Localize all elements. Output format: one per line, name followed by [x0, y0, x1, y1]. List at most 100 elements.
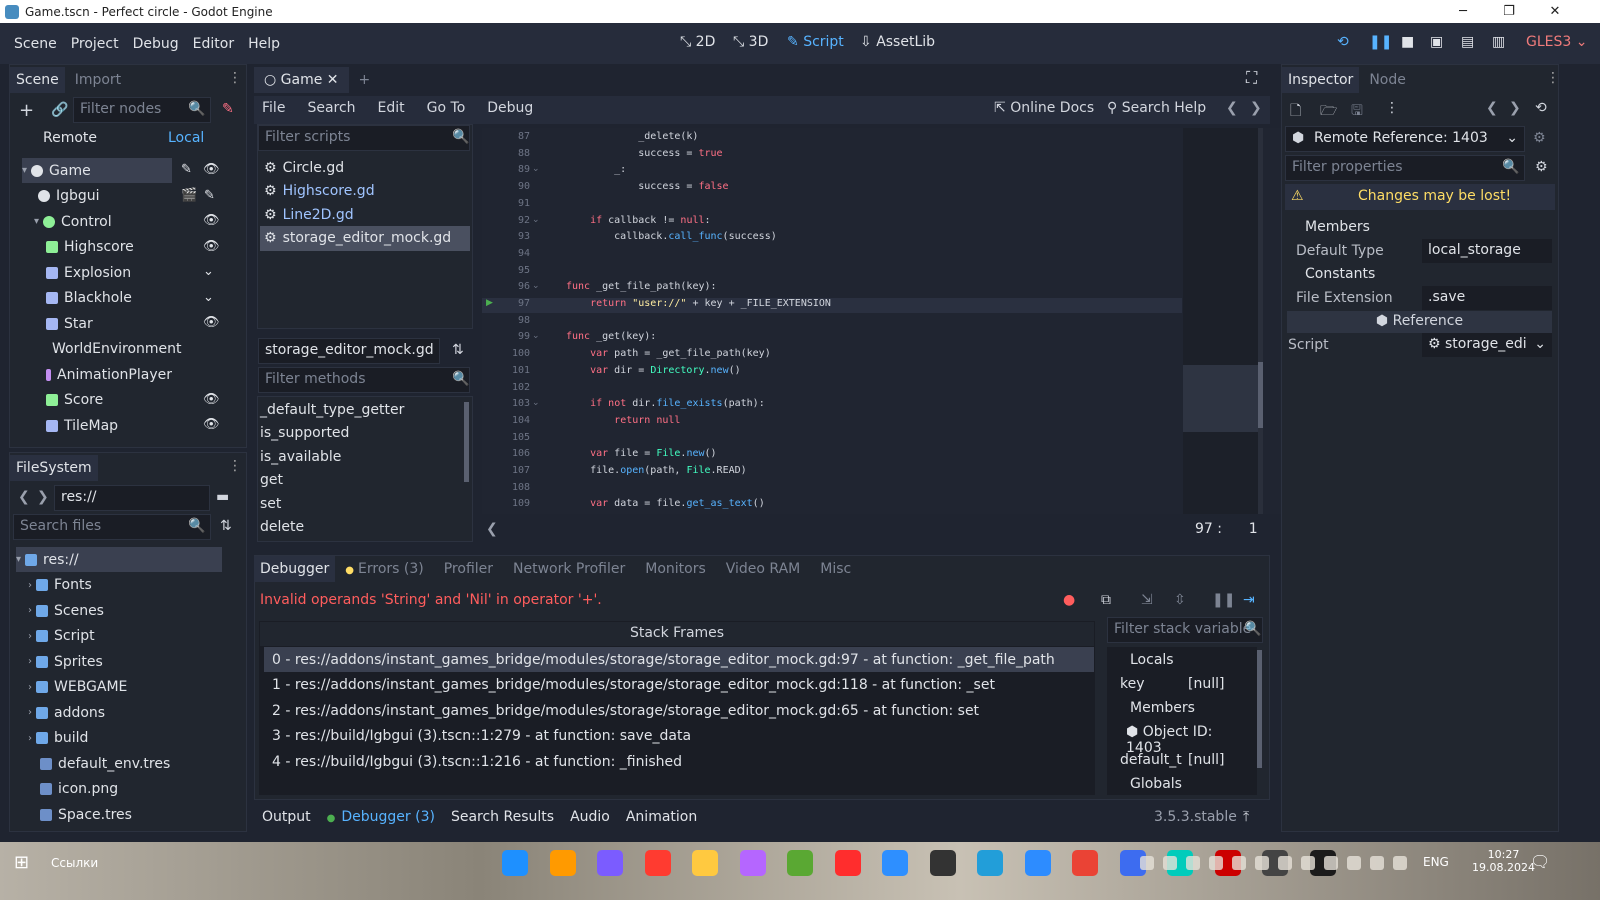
collapse-icon[interactable]: ▾ [34, 216, 39, 227]
fold-icon[interactable]: ⌄ [532, 331, 540, 341]
maximize-button[interactable]: ❐ [1486, 0, 1532, 23]
bottom-tab-debugger-3-[interactable]: ● Debugger (3) [327, 809, 435, 825]
collapse-icon[interactable]: ▾ [22, 165, 27, 176]
break-icon[interactable]: ❚❚ [1212, 592, 1235, 608]
tab-node[interactable]: Node [1359, 67, 1416, 93]
tab-scene[interactable]: Scene [10, 67, 65, 93]
bottom-tab-search-results[interactable]: Search Results [451, 809, 554, 825]
tray-icon[interactable] [1209, 856, 1223, 870]
collapse-icon[interactable]: › [28, 656, 32, 667]
scene-node-score[interactable]: Score [46, 388, 172, 413]
sort-icon[interactable]: ⇅ [220, 518, 232, 534]
stack-frame-row[interactable]: 2 - res://addons/instant_games_bridge/mo… [264, 698, 1094, 723]
file-item-build[interactable]: › build [28, 726, 218, 751]
menu-project[interactable]: Project [71, 36, 119, 52]
tray-icon[interactable] [1347, 856, 1361, 870]
search-help-button[interactable]: ⚲ Search Help [1107, 100, 1206, 116]
file-item-scenes[interactable]: › Scenes [28, 598, 218, 623]
forward-icon[interactable]: ❯ [37, 489, 49, 505]
dock-menu-icon[interactable]: ⋮ [1546, 70, 1560, 86]
file-item-addons[interactable]: › addons [28, 700, 218, 725]
continue-icon[interactable]: ⇥ [1243, 592, 1255, 608]
tab-game-scene[interactable]: ○ Game ✕ [254, 67, 349, 93]
scene-node-star[interactable]: Star [46, 311, 172, 336]
play-button[interactable]: ⟲ [1337, 34, 1349, 50]
bottom-tab-audio[interactable]: Audio [570, 809, 610, 825]
link-icon[interactable]: 🔗 [51, 102, 68, 118]
tray-icon[interactable] [1163, 856, 1177, 870]
script-menu-debug[interactable]: Debug [487, 100, 533, 116]
fold-icon[interactable]: ⌄ [532, 164, 540, 174]
workspace-assetlib-button[interactable]: ⇩ AssetLib [860, 34, 935, 50]
collapse-icon[interactable]: › [28, 733, 32, 744]
code-scrollbar[interactable] [1258, 128, 1263, 514]
stack-frame-row[interactable]: 4 - res://build/Igbgui (3).tscn::1:216 -… [264, 749, 1094, 774]
back-icon[interactable]: ❮ [18, 489, 30, 505]
stack-frame-row[interactable]: 3 - res://build/Igbgui (3).tscn::1:279 -… [264, 724, 1094, 749]
scene-node-tilemap[interactable]: TileMap [46, 413, 172, 438]
new-resource-icon[interactable]: 🗋 [1290, 100, 1301, 124]
minimap[interactable] [1183, 128, 1263, 514]
stack-frame-row[interactable]: 0 - res://addons/instant_games_bridge/mo… [264, 647, 1094, 672]
scene-node-blackhole[interactable]: Blackhole [46, 286, 172, 311]
history-forward-icon[interactable]: ❯ [1250, 100, 1262, 116]
search-files-input[interactable]: Search files [13, 514, 211, 540]
tray-icon[interactable] [1232, 856, 1246, 870]
file-item-script[interactable]: › Script [28, 624, 218, 649]
prop-script-value[interactable]: ⚙ storage_edi ⌄ [1422, 333, 1552, 357]
taskbar-app-icon[interactable] [502, 850, 528, 876]
menu-help[interactable]: Help [248, 36, 280, 52]
script-item-highscore[interactable]: ⚙ Highscore.gd [260, 179, 470, 204]
file-item-default-env-tres[interactable]: default_env.tres [28, 751, 218, 776]
distraction-free-icon[interactable]: ⛶ [1246, 68, 1257, 88]
script-item-circle[interactable]: ⚙ Circle.gd [260, 155, 470, 180]
file-item-fonts[interactable]: › Fonts [28, 573, 218, 598]
variables-scrollbar[interactable] [1257, 650, 1262, 768]
taskbar-app-icon[interactable] [644, 850, 671, 876]
workspace-2d-button[interactable]: ⤡ 2D [680, 34, 715, 50]
online-docs-button[interactable]: ⇱ Online Docs [994, 100, 1094, 116]
debugger-tab-profiler[interactable]: Profiler [434, 556, 503, 582]
method-item[interactable]: delete [260, 515, 460, 540]
scene-node-highscore[interactable]: Highscore [46, 235, 172, 260]
debugger-tab-video-ram[interactable]: Video RAM [716, 556, 811, 582]
scene-node-explosion[interactable]: Explosion [46, 260, 172, 285]
scene-node-worldenvironment[interactable]: WorldEnvironment [46, 337, 182, 362]
step-into-icon[interactable]: ⇲ [1141, 592, 1153, 608]
open-resource-icon[interactable]: 🗁 [1320, 100, 1337, 124]
clock[interactable]: 10:27 19.08.2024 [1472, 848, 1535, 874]
debugger-tab-misc[interactable]: Misc [810, 556, 861, 582]
breakpoint-icon[interactable]: ● [1063, 592, 1075, 608]
language-indicator[interactable]: ENG [1423, 855, 1449, 869]
tab-filesystem[interactable]: FileSystem [10, 455, 98, 481]
collapse-scripts-icon[interactable]: ❮ [486, 521, 498, 537]
dock-menu-icon[interactable]: ⋮ [228, 458, 242, 474]
visibility-eye-icon[interactable]: 👁 [203, 417, 220, 432]
visibility-toggle-icon[interactable]: ⌄ [203, 290, 214, 305]
collapse-icon[interactable]: › [28, 707, 32, 718]
taskbar-search[interactable]: Ссылки [51, 856, 98, 870]
expand-bottom-panel-icon[interactable]: ⤒ [1243, 809, 1249, 825]
script-menu-edit[interactable]: Edit [378, 100, 405, 116]
method-item[interactable]: is_available [260, 444, 460, 469]
renderer-select[interactable]: GLES3 ⌄ [1526, 34, 1587, 50]
taskbar-app-icon[interactable] [549, 850, 576, 876]
script-icon[interactable]: ✎ [181, 162, 192, 177]
collapse-icon[interactable]: › [28, 605, 32, 616]
play-scene-button[interactable]: ▣ [1430, 34, 1443, 50]
taskbar-app-icon[interactable] [692, 850, 718, 876]
workspace-3d-button[interactable]: ⤡ 3D [733, 34, 768, 50]
windows-start-icon[interactable]: ⊞ [14, 852, 29, 873]
fold-icon[interactable]: ⌄ [532, 215, 540, 225]
tray-icon[interactable] [1278, 856, 1292, 870]
history-icon[interactable]: ⟲ [1535, 100, 1547, 116]
collapse-icon[interactable]: › [28, 682, 32, 693]
menu-scene[interactable]: Scene [14, 36, 57, 52]
scene-node-igbgui[interactable]: Igbgui [34, 184, 172, 209]
menu-debug[interactable]: Debug [133, 36, 179, 52]
collapse-icon[interactable]: ▾ [16, 554, 21, 565]
method-item[interactable]: get [260, 468, 460, 493]
filter-stack-variables-input[interactable]: Filter stack variable [1107, 617, 1263, 643]
stack-frame-row[interactable]: 1 - res://addons/instant_games_bridge/mo… [264, 673, 1094, 698]
script-item-line2d[interactable]: ⚙ Line2D.gd [260, 202, 470, 227]
